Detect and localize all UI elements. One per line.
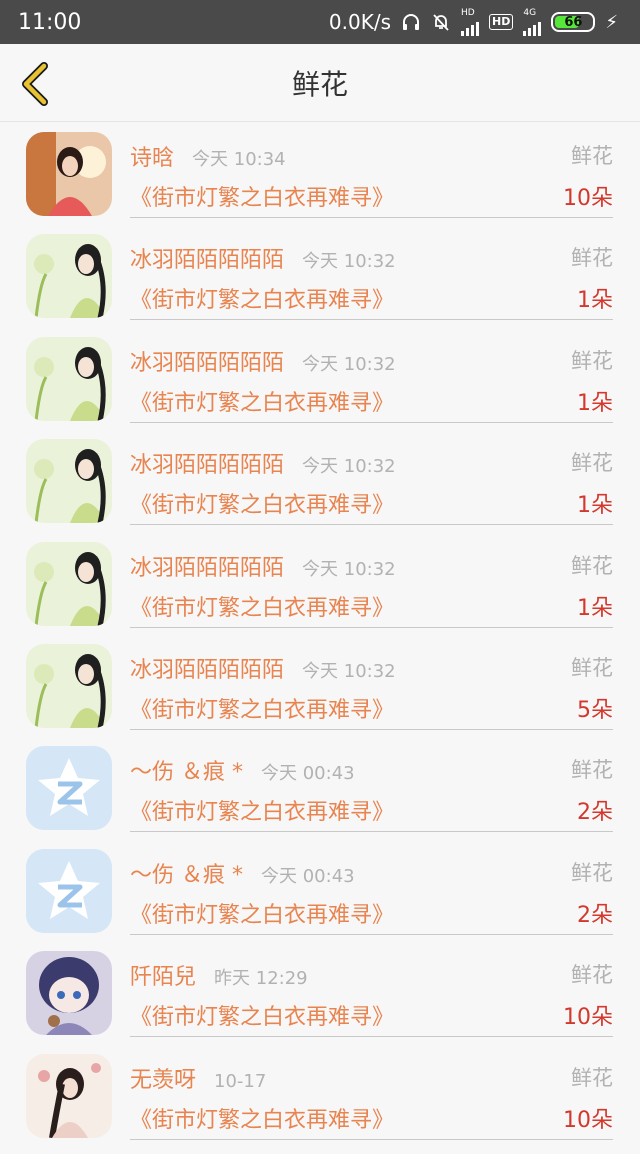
user-name[interactable]: 阡陌兒 [130,959,196,991]
book-title[interactable]: 《街市灯繁之白衣再难寻》 [130,282,394,314]
gift-type: 鲜花 [571,860,613,885]
timestamp: 今天 10:32 [302,251,396,273]
nav-bar: 鲜花 [0,44,640,122]
item-info: 无羡呀 10-17 鲜花《街市灯繁之白衣再难寻》 10朵 [130,1044,613,1140]
gift-type: 鲜花 [571,451,613,476]
book-title[interactable]: 《街市灯繁之白衣再难寻》 [130,590,394,622]
list-item[interactable]: 冰羽陌陌陌陌陌 今天 10:32 鲜花《街市灯繁之白衣再难寻》 1朵 [0,224,640,326]
notifications-off-icon [431,12,451,32]
user-name[interactable]: 冰羽陌陌陌陌陌 [130,345,284,377]
page-title: 鲜花 [291,67,348,101]
timestamp: 10-17 [214,1070,267,1092]
item-info: ～伤 ＆痕 * 今天 00:43 鲜花《街市灯繁之白衣再难寻》 2朵 [130,736,613,833]
user-name[interactable]: 冰羽陌陌陌陌陌 [130,550,284,582]
flower-count: 10朵 [563,1005,613,1031]
item-info: 冰羽陌陌陌陌陌 今天 10:32 鲜花《街市灯繁之白衣再难寻》 1朵 [130,224,613,321]
avatar[interactable] [26,132,112,216]
flower-count: 2朵 [577,800,613,826]
gift-type: 鲜花 [571,758,613,783]
item-info: 诗晗 今天 10:34 鲜花《街市灯繁之白衣再难寻》 10朵 [130,122,613,218]
flower-count: 5朵 [577,697,613,723]
battery-icon: 66 [551,12,596,32]
book-title[interactable]: 《街市灯繁之白衣再难寻》 [130,692,394,724]
avatar[interactable] [26,643,112,728]
timestamp: 今天 10:32 [302,353,396,375]
book-title[interactable]: 《街市灯繁之白衣再难寻》 [130,897,394,929]
timestamp: 今天 00:43 [261,865,355,887]
avatar[interactable] [26,336,112,421]
user-name[interactable]: 冰羽陌陌陌陌陌 [130,447,284,479]
item-info: 冰羽陌陌陌陌陌 今天 10:32 鲜花《街市灯繁之白衣再难寻》 1朵 [130,532,613,628]
avatar[interactable] [26,951,112,1036]
book-title[interactable]: 《街市灯繁之白衣再难寻》 [130,487,394,519]
flower-list: 诗晗 今天 10:34 鲜花 《街市灯繁之白衣再难寻》 10朵 冰羽陌陌陌陌陌 今天 10:… [0,122,640,1146]
gift-type: 鲜花 [571,246,613,271]
avatar[interactable] [26,848,112,933]
flower-count: 1朵 [577,288,613,314]
list-item[interactable]: 冰羽陌陌陌陌陌 今天 10:32 鲜花《街市灯繁之白衣再难寻》 1朵 [0,532,640,634]
flower-count: 1朵 [577,493,613,519]
list-item[interactable]: 冰羽陌陌陌陌陌 今天 10:32 鲜花《街市灯繁之白衣再难寻》 1朵 [0,327,640,429]
user-name[interactable]: 诗晗 [130,140,174,172]
back-button[interactable] [18,62,52,106]
list-item[interactable]: ～伤 ＆痕 * 今天 00:43 鲜花《街市灯繁之白衣再难寻》 2朵 [0,736,640,838]
timestamp: 昨天 12:29 [214,968,308,990]
book-title[interactable]: 《街市灯繁之白衣再难寻》 [130,794,394,826]
list-item[interactable]: 无羡呀 10-17 鲜花《街市灯繁之白衣再难寻》 10朵 [0,1044,640,1146]
avatar[interactable] [26,439,112,524]
user-name[interactable]: ～伤 ＆痕 * [130,857,243,889]
timestamp: 今天 10:32 [302,558,396,580]
status-icons: 0.0K/s HD HD 4G 66 ⚡ [328,8,618,36]
battery-level: 66 [564,14,583,30]
item-info: 冰羽陌陌陌陌陌 今天 10:32 鲜花《街市灯繁之白衣再难寻》 1朵 [130,327,613,423]
flower-count: 2朵 [577,902,613,928]
headphones-icon [401,12,421,32]
user-name[interactable]: 冰羽陌陌陌陌陌 [130,242,284,274]
flower-count: 10朵 [563,1107,613,1133]
list-item[interactable]: 阡陌兒 昨天 12:29 鲜花《街市灯繁之白衣再难寻》 10朵 [0,941,640,1043]
user-name[interactable]: ～伤 ＆痕 * [130,754,243,786]
gift-type: 鲜花 [571,348,613,373]
list-item[interactable]: 诗晗 今天 10:34 鲜花《街市灯繁之白衣再难寻》 10朵 [0,122,640,224]
avatar[interactable] [26,541,112,626]
item-info: 冰羽陌陌陌陌陌 今天 10:32 鲜花《街市灯繁之白衣再难寻》 1朵 [130,429,613,526]
charging-icon: ⚡ [605,11,618,33]
list-item[interactable]: 冰羽陌陌陌陌陌 今天 10:32 鲜花《街市灯繁之白衣再难寻》 1朵 [0,429,640,531]
status-bar: 11:00 0.0K/s HD HD 4G 66 ⚡ [0,0,640,44]
hd-badge: HD [489,14,514,30]
book-title[interactable]: 《街市灯繁之白衣再难寻》 [130,385,394,417]
gift-type: 鲜花 [571,1065,613,1090]
flower-count: 1朵 [577,595,613,621]
timestamp: 今天 10:34 [192,149,286,170]
book-title[interactable]: 《街市灯繁之白衣再难寻》 [130,1102,394,1134]
gift-type: 鲜花 [571,144,613,168]
avatar[interactable] [26,1053,112,1138]
timestamp: 今天 10:32 [302,660,396,682]
list-item[interactable]: 冰羽陌陌陌陌陌 今天 10:32 鲜花《街市灯繁之白衣再难寻》 5朵 [0,634,640,736]
user-name[interactable]: 冰羽陌陌陌陌陌 [130,652,284,684]
item-info: 冰羽陌陌陌陌陌 今天 10:32 鲜花《街市灯繁之白衣再难寻》 5朵 [130,634,613,730]
avatar[interactable] [26,746,112,831]
gift-type: 鲜花 [571,655,613,680]
status-time: 11:00 [18,9,82,35]
signal-hd-icon: HD [461,8,480,36]
chevron-left-icon [22,62,48,106]
flower-count: 1朵 [577,390,613,416]
avatar[interactable] [26,234,112,319]
book-title[interactable]: 《街市灯繁之白衣再难寻》 [130,999,394,1031]
gift-type: 鲜花 [571,963,613,988]
gift-type: 鲜花 [571,553,613,578]
timestamp: 今天 10:32 [302,456,396,478]
book-title[interactable]: 《街市灯繁之白衣再难寻》 [130,180,394,212]
list-item[interactable]: ～伤 ＆痕 * 今天 00:43 鲜花《街市灯繁之白衣再难寻》 2朵 [0,839,640,941]
item-info: ～伤 ＆痕 * 今天 00:43 鲜花《街市灯繁之白衣再难寻》 2朵 [130,839,613,935]
network-speed: 0.0K/s [328,10,392,34]
item-info: 阡陌兒 昨天 12:29 鲜花《街市灯繁之白衣再难寻》 10朵 [130,941,613,1038]
signal-4g-icon: 4G [523,8,542,36]
flower-count: 10朵 [563,186,613,211]
timestamp: 今天 00:43 [261,763,355,785]
user-name[interactable]: 无羡呀 [130,1062,196,1094]
